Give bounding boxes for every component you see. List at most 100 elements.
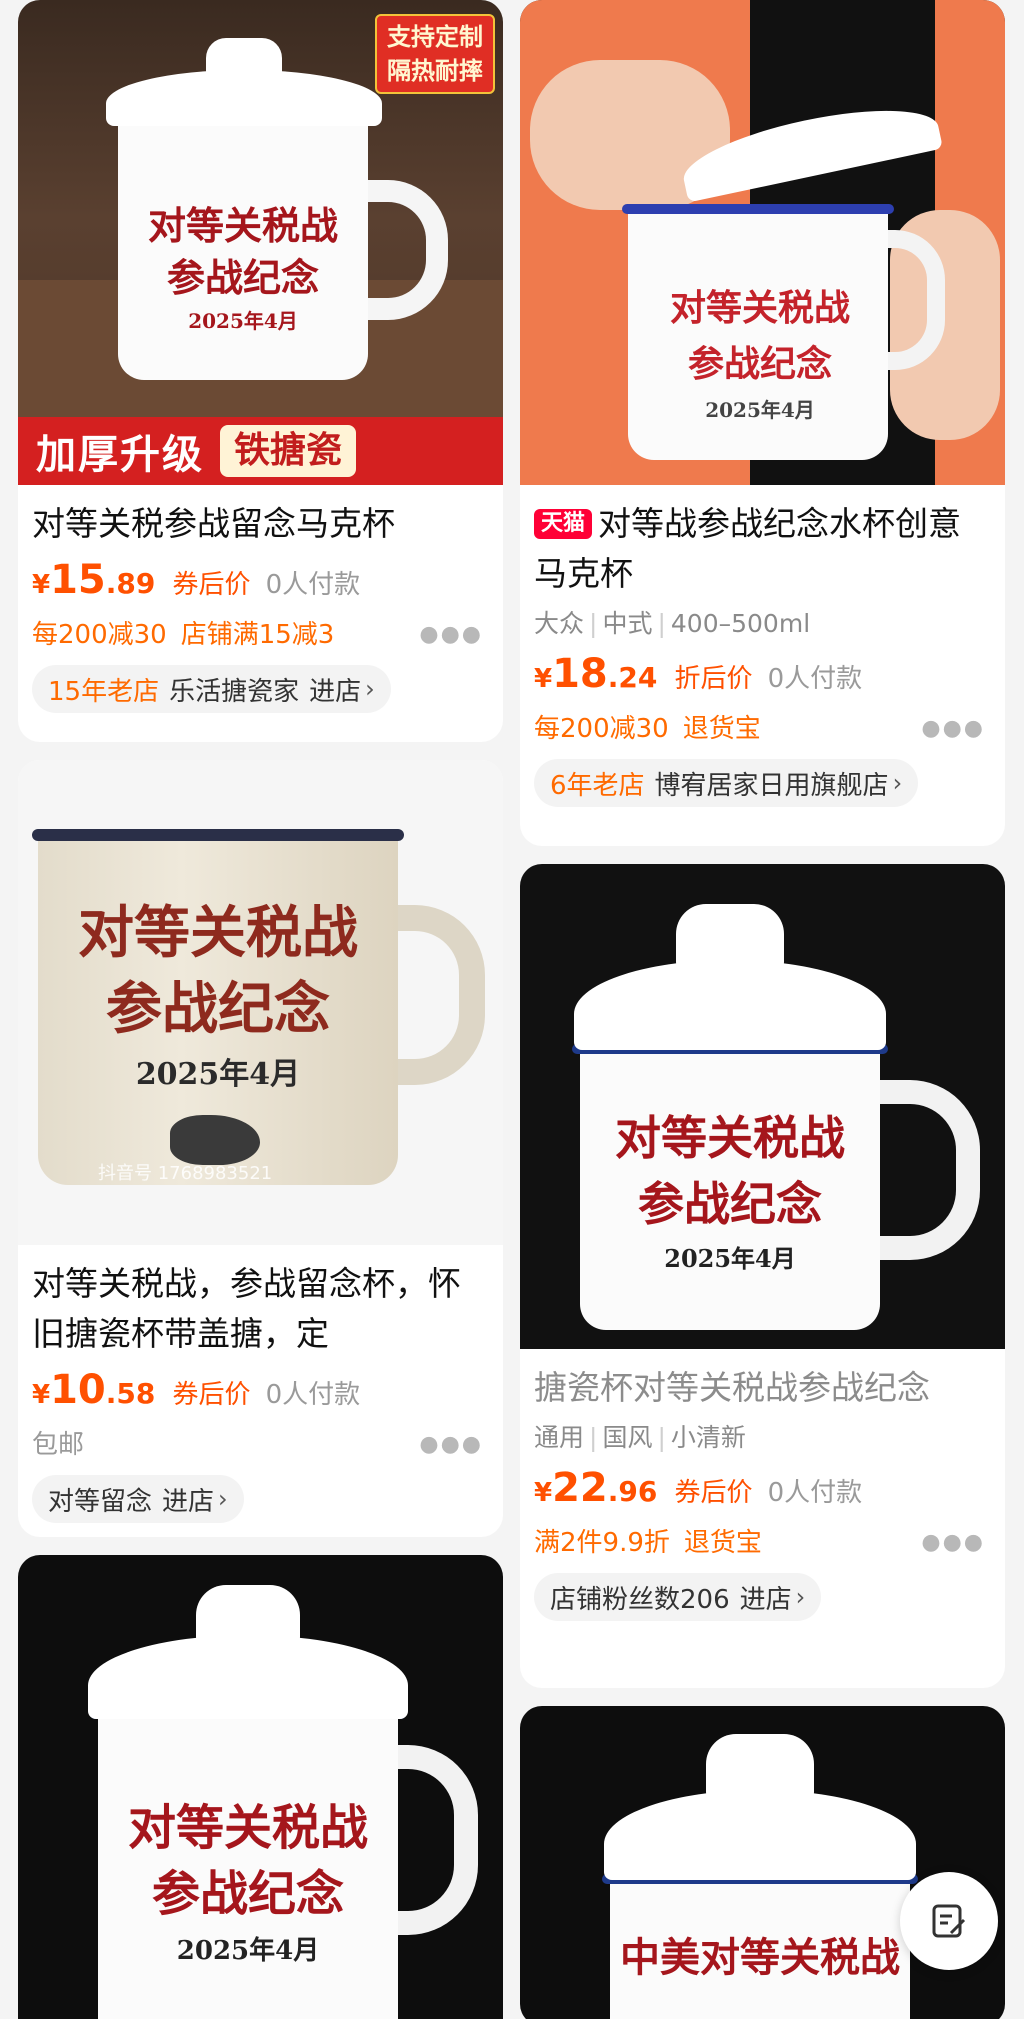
ellipsis-icon[interactable]: ●●● bbox=[921, 707, 985, 751]
mug-print-line: 对等关税战 bbox=[78, 900, 358, 966]
shop-link[interactable]: 15年老店 乐活搪瓷家 进店 › bbox=[32, 665, 391, 713]
shop-link[interactable]: 对等留念 进店 › bbox=[32, 1475, 244, 1523]
product-title[interactable]: 搪瓷杯对等关税战参战纪念 bbox=[534, 1363, 991, 1413]
mug-illustration: 对等关税战 参战纪念 2025年4月 bbox=[610, 70, 950, 470]
left-column: 对等关税战 参战纪念 2025年4月 支持定制 隔热耐摔 加厚升级 铁搪瓷 对等… bbox=[18, 0, 503, 2019]
product-image[interactable]: 对等关税战 参战纪念 2025年4月 bbox=[520, 0, 1005, 485]
price-integer: 10 bbox=[50, 1367, 106, 1413]
promo-tag: 满2件9.9折 bbox=[534, 1528, 670, 1558]
product-info: 对等关税参战留念马克杯 ¥15.89 券后价 0人付款 每200减30 店铺满15… bbox=[18, 485, 503, 731]
chip-mark bbox=[170, 1115, 260, 1165]
product-title[interactable]: 对等关税参战留念马克杯 bbox=[32, 499, 489, 549]
product-card[interactable]: 中美对等关税战 bbox=[520, 1706, 1005, 2019]
mug-print-line: 参战纪念 bbox=[687, 343, 832, 385]
shop-link[interactable]: 6年老店 博宥居家日用旗舰店 › bbox=[534, 759, 919, 807]
product-card[interactable]: 对等关税战 参战纪念 2025年4月 支持定制 隔热耐摔 加厚升级 铁搪瓷 对等… bbox=[18, 0, 503, 742]
product-image[interactable]: 对等关税战 参战纪念 2025年4月 抖音号 1768983521 bbox=[18, 760, 503, 1245]
tag-divider: | bbox=[589, 609, 598, 638]
price-decimal: .24 bbox=[607, 661, 658, 694]
sales-count: 0人付款 bbox=[767, 1478, 863, 1508]
price-label: 券后价 bbox=[172, 1380, 251, 1410]
promo-tag: 退货宝 bbox=[682, 714, 761, 744]
mug-print-date: 2025年4月 bbox=[135, 1057, 301, 1092]
image-promo-badge: 支持定制 隔热耐摔 bbox=[375, 14, 495, 94]
price-row: ¥18.24 折后价 0人付款 bbox=[534, 649, 991, 707]
mug-print-date: 2025年4月 bbox=[188, 309, 298, 333]
mug-print-line: 中美对等关税战 bbox=[620, 1934, 900, 1981]
mug-print-date: 2025年4月 bbox=[176, 1936, 320, 1966]
shop-name: 对等留念 bbox=[48, 1486, 153, 1517]
product-title[interactable]: 对等关税战，参战留念杯，怀旧搪瓷杯带盖搪，定 bbox=[32, 1259, 489, 1359]
badge-line: 支持定制 bbox=[387, 23, 483, 51]
product-info: 对等关税战，参战留念杯，怀旧搪瓷杯带盖搪，定 ¥10.58 券后价 0人付款 包… bbox=[18, 1245, 503, 1537]
chevron-right-icon: › bbox=[795, 1583, 806, 1611]
product-image[interactable]: 对等关税战 参战纪念 2025年4月 bbox=[18, 1555, 503, 2019]
sales-count: 0人付款 bbox=[767, 664, 863, 694]
promo-row: 满2件9.9折 退货宝 ●●● bbox=[534, 1521, 991, 1565]
mug-print-line: 参战纪念 bbox=[151, 1866, 344, 1922]
ellipsis-icon[interactable]: ●●● bbox=[921, 1521, 985, 1565]
promo-tag: 每200减30 bbox=[534, 714, 669, 744]
mug-print-line: 参战纪念 bbox=[166, 255, 319, 300]
currency-symbol: ¥ bbox=[534, 1478, 553, 1508]
attribute-tag: 小清新 bbox=[670, 1423, 746, 1452]
attribute-tag: 中式 bbox=[602, 609, 653, 638]
mug-print-line: 对等关税战 bbox=[669, 287, 850, 329]
mug-print-line: 对等关税战 bbox=[147, 203, 338, 248]
chevron-right-icon: › bbox=[892, 769, 903, 797]
feedback-button[interactable] bbox=[900, 1872, 998, 1970]
sales-count: 0人付款 bbox=[265, 1380, 361, 1410]
promo-tag: 退货宝 bbox=[683, 1528, 762, 1558]
product-title-text: 对等战参战纪念水杯创意马克杯 bbox=[534, 504, 962, 593]
image-banner: 加厚升级 铁搪瓷 bbox=[18, 417, 503, 485]
price-label: 券后价 bbox=[674, 1478, 753, 1508]
price-label: 折后价 bbox=[674, 664, 753, 694]
shop-link[interactable]: 店铺粉丝数206 进店 › bbox=[534, 1573, 822, 1621]
product-image[interactable]: 中美对等关税战 bbox=[520, 1706, 1005, 2019]
chevron-right-icon: › bbox=[365, 675, 375, 703]
price-decimal: .89 bbox=[105, 567, 156, 600]
tag-divider: | bbox=[657, 1423, 666, 1452]
badge-line: 隔热耐摔 bbox=[387, 57, 483, 85]
mug-print-line: 参战纪念 bbox=[638, 1177, 822, 1231]
mug-print-date: 2025年4月 bbox=[705, 398, 815, 422]
attribute-tags: 通用 | 国风 | 小清新 bbox=[534, 1419, 991, 1457]
promo-tag: 每200减30 bbox=[32, 620, 167, 650]
enter-shop-label: 进店 bbox=[309, 676, 362, 707]
currency-symbol: ¥ bbox=[32, 1380, 51, 1410]
price-decimal: .96 bbox=[607, 1475, 658, 1508]
shop-age: 15年老店 bbox=[48, 676, 160, 707]
currency-symbol: ¥ bbox=[534, 664, 553, 694]
product-image[interactable]: 对等关税战 参战纪念 2025年4月 支持定制 隔热耐摔 加厚升级 铁搪瓷 bbox=[18, 0, 503, 485]
product-title[interactable]: 天猫 对等战参战纪念水杯创意马克杯 bbox=[534, 499, 991, 599]
ellipsis-icon[interactable]: ●●● bbox=[419, 613, 483, 657]
shop-name: 博宥居家日用旗舰店 bbox=[654, 770, 889, 801]
price-label: 券后价 bbox=[172, 570, 251, 600]
mug-illustration: 中美对等关税战 bbox=[570, 1720, 970, 2019]
tag-divider: | bbox=[657, 609, 666, 638]
attribute-tags: 大众 | 中式 | 400–500ml bbox=[534, 605, 991, 643]
price-row: ¥15.89 券后价 0人付款 bbox=[32, 555, 489, 613]
sales-count: 0人付款 bbox=[265, 570, 361, 600]
ellipsis-icon[interactable]: ●●● bbox=[419, 1423, 483, 1467]
attribute-tag: 国风 bbox=[602, 1423, 653, 1452]
product-card[interactable]: 对等关税战 参战纪念 2025年4月 抖音号 1768983521 对等关税战，… bbox=[18, 760, 503, 1537]
price-integer: 15 bbox=[50, 557, 106, 603]
shop-name: 乐活搪瓷家 bbox=[169, 676, 300, 707]
currency-symbol: ¥ bbox=[32, 570, 51, 600]
promo-row: 包邮 ●●● bbox=[32, 1423, 489, 1467]
promo-tag: 店铺满15减3 bbox=[180, 620, 335, 650]
product-card[interactable]: 对等关税战 参战纪念 2025年4月 搪瓷杯对等关税战参战纪念 通用 | 国风 | 小清… bbox=[520, 864, 1005, 1688]
shop-age: 6年老店 bbox=[550, 770, 645, 801]
mug-illustration: 对等关税战 参战纪念 2025年4月 bbox=[30, 815, 490, 1195]
mug-print-line: 对等关税战 bbox=[127, 1800, 368, 1856]
product-card[interactable]: 对等关税战 参战纪念 2025年4月 天猫 对等战参战纪念水杯创意马克杯 大众 | 中… bbox=[520, 0, 1005, 846]
free-shipping-tag: 包邮 bbox=[32, 1430, 85, 1460]
mug-print-date: 2025年4月 bbox=[664, 1244, 796, 1273]
right-column: 对等关税战 参战纪念 2025年4月 天猫 对等战参战纪念水杯创意马克杯 大众 | 中… bbox=[520, 0, 1005, 2019]
product-image[interactable]: 对等关税战 参战纪念 2025年4月 bbox=[520, 864, 1005, 1349]
promo-row: 每200减30 退货宝 ●●● bbox=[534, 707, 991, 751]
product-card[interactable]: 对等关税战 参战纪念 2025年4月 bbox=[18, 1555, 503, 2019]
chevron-right-icon: › bbox=[218, 1485, 228, 1513]
price-row: ¥10.58 券后价 0人付款 bbox=[32, 1365, 489, 1423]
